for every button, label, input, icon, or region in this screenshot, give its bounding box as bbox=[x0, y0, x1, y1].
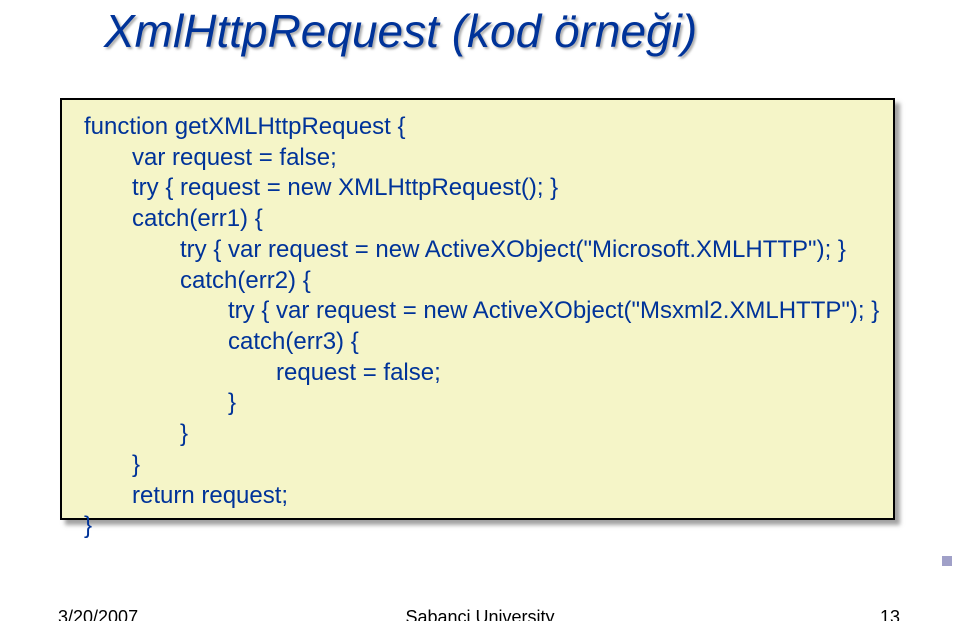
code-line: try { var request = new ActiveXObject("M… bbox=[84, 235, 875, 266]
footer-org: Sabanci University bbox=[0, 607, 960, 621]
code-line: } bbox=[84, 511, 875, 542]
code-line: var request = false; bbox=[84, 143, 875, 174]
code-box: function getXMLHttpRequest { var request… bbox=[60, 98, 895, 520]
code-line: catch(err2) { bbox=[84, 266, 875, 297]
code-line: function getXMLHttpRequest { bbox=[84, 112, 875, 143]
slide-title: XmlHttpRequest (kod örneği) bbox=[104, 4, 697, 58]
code-line: try { var request = new ActiveXObject("M… bbox=[84, 296, 875, 327]
code-line: } bbox=[84, 419, 875, 450]
code-line: try { request = new XMLHttpRequest(); } bbox=[84, 173, 875, 204]
code-line: catch(err3) { bbox=[84, 327, 875, 358]
code-line: } bbox=[84, 450, 875, 481]
code-line: return request; bbox=[84, 481, 875, 512]
footer-page: 13 bbox=[880, 607, 900, 621]
code-line: catch(err1) { bbox=[84, 204, 875, 235]
code-line: } bbox=[84, 388, 875, 419]
decoration-square bbox=[942, 556, 952, 566]
slide: XmlHttpRequest (kod örneği) function get… bbox=[0, 0, 960, 621]
code-line: request = false; bbox=[84, 358, 875, 389]
